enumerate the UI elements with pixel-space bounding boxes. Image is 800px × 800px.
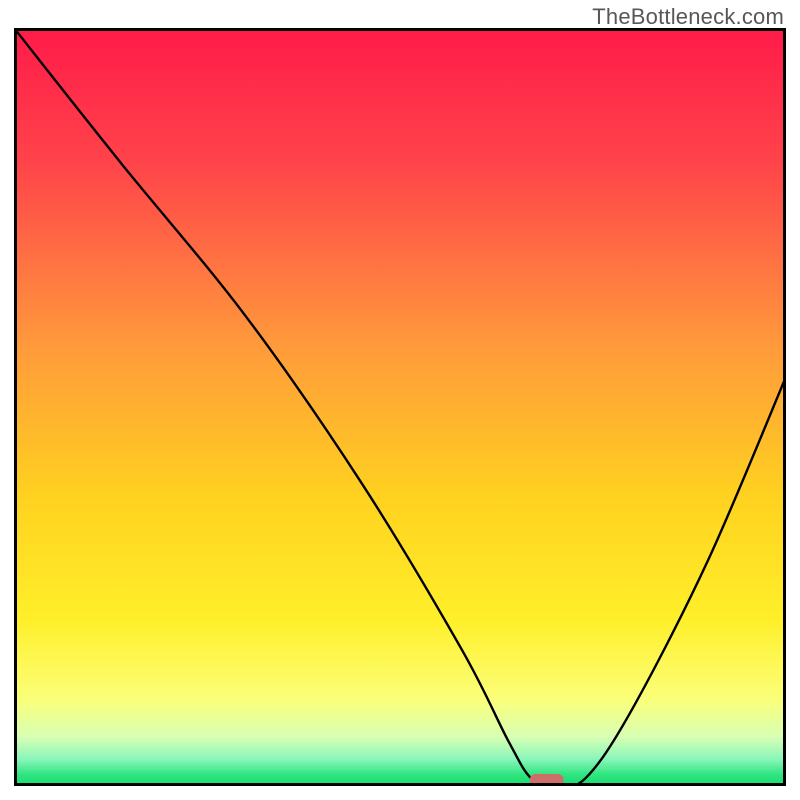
watermark-text: TheBottleneck.com <box>592 4 784 30</box>
chart-frame <box>14 28 786 786</box>
chart-background <box>14 28 786 786</box>
bottleneck-chart <box>14 28 786 786</box>
